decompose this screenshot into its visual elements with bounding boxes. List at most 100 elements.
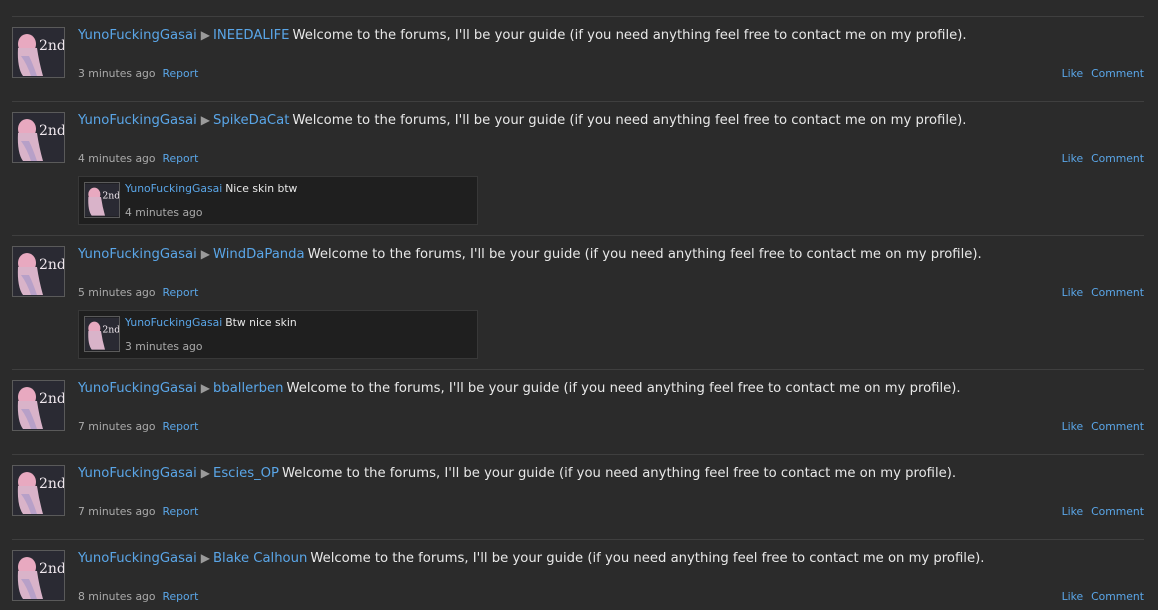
- post-message: Welcome to the forums, I'll be your guid…: [310, 551, 985, 566]
- commenter-link[interactable]: YunoFuckingGasai: [125, 316, 222, 329]
- svg-text:2nd: 2nd: [102, 324, 119, 335]
- post-actions: Like Comment: [1062, 152, 1144, 166]
- post-timestamp[interactable]: 3 minutes ago: [78, 67, 156, 80]
- profile-post: 2nd YunoFuckingGasai ▶ Blake Calhoun Welcom…: [12, 539, 1144, 610]
- avatar-image: 2nd: [13, 113, 64, 162]
- comment-link[interactable]: Comment: [1091, 505, 1144, 518]
- post-meta: 3 minutes ago Report: [78, 67, 198, 81]
- target-user-link[interactable]: INEEDALIFE: [213, 28, 290, 43]
- post-actions: Like Comment: [1062, 420, 1144, 434]
- author-avatar[interactable]: 2nd: [12, 550, 65, 601]
- post-actions: Like Comment: [1062, 67, 1144, 81]
- like-link[interactable]: Like: [1062, 505, 1084, 518]
- commenter-avatar[interactable]: 2nd: [84, 182, 120, 218]
- post-message-line: YunoFuckingGasai ▶ INEEDALIFE Welcome to th…: [78, 26, 967, 45]
- comment-line: YunoFuckingGasai Nice skin btw: [125, 182, 297, 195]
- author-link[interactable]: YunoFuckingGasai: [78, 247, 197, 262]
- report-link[interactable]: Report: [163, 505, 199, 518]
- svg-text:2nd: 2nd: [39, 123, 64, 139]
- svg-text:2nd: 2nd: [39, 476, 64, 492]
- avatar-image: 2nd: [13, 381, 64, 430]
- profile-post: 2nd YunoFuckingGasai ▶ INEEDALIFE Welcome t…: [12, 16, 1144, 100]
- post-message-line: YunoFuckingGasai ▶ SpikeDaCat Welcome to th…: [78, 111, 966, 130]
- comment-link[interactable]: Comment: [1091, 286, 1144, 299]
- post-timestamp[interactable]: 7 minutes ago: [78, 420, 156, 433]
- commenter-link[interactable]: YunoFuckingGasai: [125, 182, 222, 195]
- post-meta: 4 minutes ago Report: [78, 152, 198, 166]
- profile-post: 2nd YunoFuckingGasai ▶ SpikeDaCat Welcome t…: [12, 101, 1144, 235]
- report-link[interactable]: Report: [163, 152, 199, 165]
- like-link[interactable]: Like: [1062, 152, 1084, 165]
- arrow-right-icon: ▶: [200, 551, 210, 565]
- post-timestamp[interactable]: 5 minutes ago: [78, 286, 156, 299]
- arrow-right-icon: ▶: [200, 466, 210, 480]
- author-avatar[interactable]: 2nd: [12, 246, 65, 297]
- post-actions: Like Comment: [1062, 286, 1144, 300]
- comment-link[interactable]: Comment: [1091, 590, 1144, 603]
- like-link[interactable]: Like: [1062, 67, 1084, 80]
- target-user-link[interactable]: Blake Calhoun: [213, 551, 307, 566]
- like-link[interactable]: Like: [1062, 420, 1084, 433]
- post-message-line: YunoFuckingGasai ▶ Escies_OP Welcome to the…: [78, 464, 956, 483]
- author-avatar[interactable]: 2nd: [12, 465, 65, 516]
- avatar-image: 2nd: [13, 247, 64, 296]
- arrow-right-icon: ▶: [200, 247, 210, 261]
- comment-timestamp: 4 minutes ago: [125, 206, 203, 219]
- post-timestamp[interactable]: 8 minutes ago: [78, 590, 156, 603]
- avatar-image: 2nd: [13, 551, 64, 600]
- target-user-link[interactable]: bballerben: [213, 381, 284, 396]
- post-message-line: YunoFuckingGasai ▶ WindDaPanda Welcome to t…: [78, 245, 982, 264]
- like-link[interactable]: Like: [1062, 590, 1084, 603]
- target-user-link[interactable]: WindDaPanda: [213, 247, 305, 262]
- author-link[interactable]: YunoFuckingGasai: [78, 551, 197, 566]
- comment-timestamp: 3 minutes ago: [125, 340, 203, 353]
- svg-text:2nd: 2nd: [39, 391, 64, 407]
- author-avatar[interactable]: 2nd: [12, 112, 65, 163]
- post-timestamp[interactable]: 7 minutes ago: [78, 505, 156, 518]
- profile-post: 2nd YunoFuckingGasai ▶ Escies_OP Welcome to…: [12, 454, 1144, 538]
- profile-post-feed: 2nd YunoFuckingGasai ▶ INEEDALIFE Welcome t…: [0, 0, 1158, 610]
- target-user-link[interactable]: SpikeDaCat: [213, 113, 289, 128]
- target-user-link[interactable]: Escies_OP: [213, 466, 279, 481]
- post-actions: Like Comment: [1062, 505, 1144, 519]
- post-meta: 8 minutes ago Report: [78, 590, 198, 604]
- post-meta: 5 minutes ago Report: [78, 286, 198, 300]
- arrow-right-icon: ▶: [200, 28, 210, 42]
- commenter-avatar[interactable]: 2nd: [84, 316, 120, 352]
- comment-link[interactable]: Comment: [1091, 67, 1144, 80]
- post-message: Welcome to the forums, I'll be your guid…: [286, 381, 961, 396]
- comment-item: 2nd YunoFuckingGasai Btw nice skin 3 minu…: [78, 310, 478, 359]
- profile-post: 2nd YunoFuckingGasai ▶ bballerben Welcome t…: [12, 369, 1144, 453]
- avatar-image: 2nd: [13, 28, 64, 77]
- post-timestamp[interactable]: 4 minutes ago: [78, 152, 156, 165]
- like-link[interactable]: Like: [1062, 286, 1084, 299]
- comment-link[interactable]: Comment: [1091, 152, 1144, 165]
- comment-line: YunoFuckingGasai Btw nice skin: [125, 316, 297, 329]
- comment-link[interactable]: Comment: [1091, 420, 1144, 433]
- post-message: Welcome to the forums, I'll be your guid…: [307, 247, 982, 262]
- comment-item: 2nd YunoFuckingGasai Nice skin btw 4 minu…: [78, 176, 478, 225]
- post-message-line: YunoFuckingGasai ▶ Blake Calhoun Welcome to…: [78, 549, 984, 568]
- avatar-image: 2nd: [85, 317, 119, 351]
- author-link[interactable]: YunoFuckingGasai: [78, 28, 197, 43]
- svg-text:2nd: 2nd: [102, 190, 119, 201]
- author-avatar[interactable]: 2nd: [12, 27, 65, 78]
- arrow-right-icon: ▶: [200, 113, 210, 127]
- author-avatar[interactable]: 2nd: [12, 380, 65, 431]
- report-link[interactable]: Report: [163, 420, 199, 433]
- post-message-line: YunoFuckingGasai ▶ bballerben Welcome to th…: [78, 379, 961, 398]
- author-link[interactable]: YunoFuckingGasai: [78, 381, 197, 396]
- post-actions: Like Comment: [1062, 590, 1144, 604]
- author-link[interactable]: YunoFuckingGasai: [78, 113, 197, 128]
- report-link[interactable]: Report: [163, 590, 199, 603]
- post-message: Welcome to the forums, I'll be your guid…: [282, 466, 957, 481]
- svg-text:2nd: 2nd: [39, 257, 64, 273]
- author-link[interactable]: YunoFuckingGasai: [78, 466, 197, 481]
- report-link[interactable]: Report: [163, 67, 199, 80]
- svg-text:2nd: 2nd: [39, 561, 64, 577]
- post-meta: 7 minutes ago Report: [78, 420, 198, 434]
- post-meta: 7 minutes ago Report: [78, 505, 198, 519]
- profile-post: 2nd YunoFuckingGasai ▶ WindDaPanda Welcome …: [12, 235, 1144, 369]
- arrow-right-icon: ▶: [200, 381, 210, 395]
- report-link[interactable]: Report: [163, 286, 199, 299]
